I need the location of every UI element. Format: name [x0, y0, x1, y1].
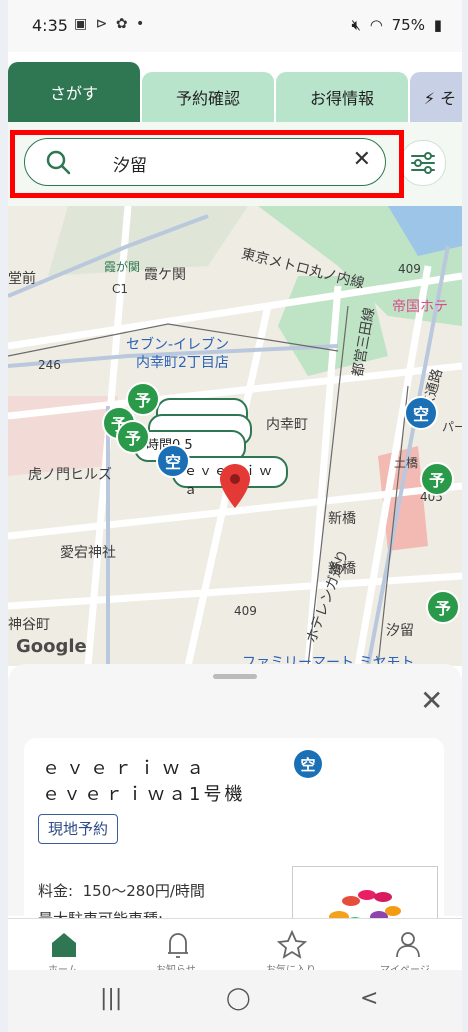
recent-apps-button[interactable]: ||| [100, 986, 122, 1011]
system-navigation-bar: ||| ◯ < [8, 970, 462, 1032]
nav-favorites[interactable] [272, 925, 312, 965]
top-tabs: さがす 予約確認 お得情報 ⚡ そ [8, 52, 462, 174]
parking-pin[interactable]: 空 [156, 444, 190, 478]
app-screen: 4:35 ▣ ⊳ ✿ • 🔇︎ ◠ 75% ▮ さがす 予約確認 お得情報 ⚡ … [8, 0, 462, 1032]
map-view[interactable]: 堂前 霞が関 霞ケ関 C1 東京メトロ丸ノ内線 帝国ホテ 409 セブン-イレブ… [8, 206, 462, 666]
map-label: 409 [234, 604, 257, 618]
reservation-tag: 現地予約 [38, 814, 119, 844]
map-label: 霞ケ関 [144, 267, 186, 283]
parking-unit-name: ｅｖｅｒｉｗａ1号機 [42, 784, 246, 805]
parking-detail-sheet: ✕ ｅｖｅｒｉｗａ ｅｖｅｒｉｗａ1号機 空 現地予約 料金: 150～280円… [8, 664, 462, 948]
nav-notifications[interactable] [158, 925, 198, 965]
map-label: 霞が関 [104, 260, 141, 274]
pin-label: 空 [164, 453, 181, 472]
person-icon [396, 932, 420, 958]
filter-sliders-icon [411, 152, 435, 174]
parking-pin[interactable]: 空 [404, 396, 438, 430]
tab-label: ⚡ そ [423, 89, 457, 108]
map-label: 虎ノ門ヒルズ [28, 467, 112, 483]
map-label: 内幸町 [266, 417, 308, 433]
map-label: C1 [112, 282, 129, 296]
bell-icon [168, 933, 188, 958]
tab-deals[interactable]: お得情報 [276, 72, 408, 122]
parking-pin[interactable]: 予 [116, 420, 150, 454]
battery-icon: ▮ [433, 16, 442, 34]
sheet-handle[interactable] [213, 674, 257, 679]
map-label: 土橋 [394, 456, 419, 470]
parking-pin[interactable]: 予 [426, 590, 460, 624]
tab-ev[interactable]: ⚡ そ [410, 72, 462, 122]
parking-pin[interactable]: 予 [420, 462, 454, 496]
parking-info-card[interactable]: ｅｖｅｒｉｗａ ｅｖｅｒｉｗａ1号機 空 現地予約 料金: 150～280円/時… [24, 738, 444, 948]
tab-label: さがす [49, 84, 98, 103]
price-value: 150～280円/時間 [82, 882, 205, 900]
status-bar: 4:35 ▣ ⊳ ✿ • 🔇︎ ◠ 75% ▮ [8, 0, 462, 52]
filter-button[interactable] [400, 140, 446, 186]
map-label: 内幸町2丁目店 [136, 355, 229, 371]
map-label: 新橋 [328, 511, 356, 527]
map-label: セブン-イレブン [126, 337, 230, 353]
availability-badge: 空 [294, 750, 322, 778]
map-label: 愛宕神社 [60, 545, 116, 561]
back-button[interactable]: < [360, 986, 378, 1011]
home-icon [52, 933, 76, 957]
location-marker-icon [220, 464, 250, 508]
nav-home[interactable] [44, 925, 84, 965]
status-right: 🔇︎ ◠ 75% ▮ [348, 16, 443, 34]
pin-label: 予 [124, 429, 141, 448]
tab-label: 予約確認 [175, 89, 240, 108]
status-time: 4:35 [32, 16, 68, 35]
nav-mypage[interactable] [388, 925, 428, 965]
battery-text: 75% [391, 16, 425, 34]
tab-search[interactable]: さがす [8, 62, 140, 122]
map-label: 神谷町 [8, 617, 50, 633]
pin-label: 予 [428, 471, 445, 490]
wifi-icon: ◠ [369, 16, 383, 34]
close-icon[interactable]: ✕ [420, 684, 443, 717]
parking-name: ｅｖｅｒｉｗａ [42, 758, 210, 779]
google-logo: Google [16, 636, 87, 657]
mute-icon: 🔇︎ [351, 16, 361, 34]
price-info: 料金: 150～280円/時間 [38, 880, 205, 901]
tab-reservation[interactable]: 予約確認 [142, 72, 274, 122]
map-label: 帝国ホテ [392, 299, 448, 315]
pin-label: 空 [412, 405, 429, 424]
map-label: 246 [38, 358, 61, 372]
star-icon [276, 929, 308, 959]
status-notification-icons: ▣ ⊳ ✿ • [74, 16, 147, 32]
pin-label: 予 [134, 391, 151, 410]
pin-label: 予 [434, 599, 451, 618]
map-label: 汐留 [386, 623, 414, 639]
highlight-box [10, 130, 404, 198]
map-label: 堂前 [8, 271, 36, 287]
map-label: パー [442, 420, 462, 434]
tab-label: お得情報 [309, 89, 374, 108]
home-button[interactable]: ◯ [226, 986, 251, 1011]
bottom-navigation: ホーム お知らせ お気に入り マイページ [8, 918, 462, 976]
price-label: 料金: [38, 882, 74, 900]
map-label: 409 [398, 262, 421, 276]
